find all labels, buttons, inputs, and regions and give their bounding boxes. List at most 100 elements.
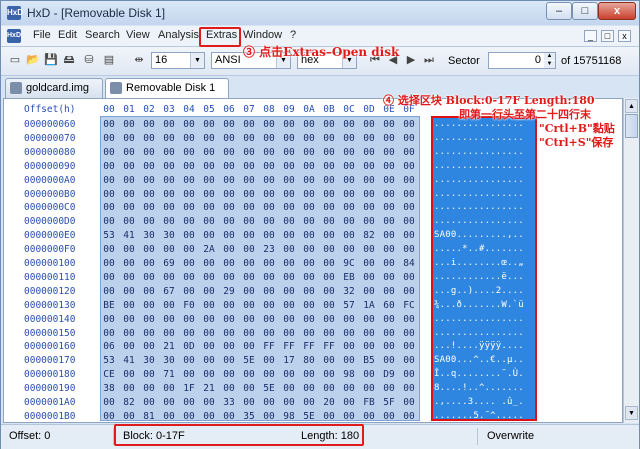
chevron-down-icon[interactable]: ▼ bbox=[190, 53, 204, 68]
hex-byte-cell[interactable]: 00 bbox=[162, 189, 176, 200]
hex-byte-cell[interactable]: 00 bbox=[202, 258, 216, 269]
save-icon[interactable]: 💾 bbox=[43, 53, 59, 67]
hex-byte-cell[interactable]: 00 bbox=[202, 119, 216, 130]
hex-byte-cell[interactable]: 00 bbox=[102, 272, 116, 283]
hex-byte-cell[interactable]: 00 bbox=[342, 175, 356, 186]
hex-byte-cell[interactable]: 00 bbox=[362, 272, 376, 283]
hex-byte-cell[interactable]: 00 bbox=[182, 147, 196, 158]
hex-byte-cell[interactable]: 5E bbox=[242, 355, 256, 366]
hex-byte-cell[interactable]: 00 bbox=[302, 216, 316, 227]
hex-byte-cell[interactable]: 00 bbox=[142, 383, 156, 394]
hex-byte-cell[interactable]: 00 bbox=[222, 272, 236, 283]
hex-byte-cell[interactable]: 00 bbox=[142, 272, 156, 283]
text-row[interactable]: ................ bbox=[434, 133, 524, 143]
hex-byte-cell[interactable]: 57 bbox=[342, 300, 356, 311]
hex-byte-cell[interactable]: 00 bbox=[202, 411, 216, 422]
hex-byte-cell[interactable]: 00 bbox=[282, 328, 296, 339]
hex-byte-cell[interactable]: F0 bbox=[182, 300, 196, 311]
hex-byte-cell[interactable]: 00 bbox=[382, 314, 396, 325]
hex-byte-cell[interactable]: 00 bbox=[302, 147, 316, 158]
mdi-close-button[interactable]: x bbox=[618, 30, 631, 42]
hex-byte-cell[interactable]: 00 bbox=[222, 133, 236, 144]
open-disk-icon[interactable]: 🖴 bbox=[61, 53, 77, 67]
hex-byte-cell[interactable]: 00 bbox=[142, 328, 156, 339]
hex-byte-cell[interactable]: 00 bbox=[202, 202, 216, 213]
hex-byte-cell[interactable]: 00 bbox=[242, 369, 256, 380]
hex-byte-cell[interactable]: 35 bbox=[242, 411, 256, 422]
hex-byte-cell[interactable]: 21 bbox=[202, 383, 216, 394]
hex-byte-cell[interactable]: 00 bbox=[202, 216, 216, 227]
hex-byte-cell[interactable]: 30 bbox=[162, 355, 176, 366]
hex-byte-cell[interactable]: B5 bbox=[362, 355, 376, 366]
hex-byte-cell[interactable]: 00 bbox=[162, 161, 176, 172]
hex-byte-cell[interactable]: 00 bbox=[182, 244, 196, 255]
hex-byte-cell[interactable]: 00 bbox=[182, 314, 196, 325]
hex-byte-cell[interactable]: 00 bbox=[222, 383, 236, 394]
hex-byte-cell[interactable]: 00 bbox=[242, 397, 256, 408]
hex-byte-cell[interactable]: 84 bbox=[402, 258, 416, 269]
hex-byte-cell[interactable]: 00 bbox=[262, 355, 276, 366]
hex-byte-cell[interactable]: 00 bbox=[122, 202, 136, 213]
hex-byte-cell[interactable]: 00 bbox=[242, 161, 256, 172]
hex-byte-cell[interactable]: 00 bbox=[202, 161, 216, 172]
hex-byte-cell[interactable]: 00 bbox=[342, 216, 356, 227]
hex-byte-cell[interactable]: 00 bbox=[362, 202, 376, 213]
hex-byte-cell[interactable]: EB bbox=[342, 272, 356, 283]
hex-byte-cell[interactable]: 00 bbox=[362, 189, 376, 200]
text-row[interactable]: Î..q........˜.Ù. bbox=[434, 369, 524, 379]
hex-byte-cell[interactable]: 00 bbox=[262, 397, 276, 408]
hex-byte-cell[interactable]: 00 bbox=[122, 272, 136, 283]
hex-byte-cell[interactable]: 00 bbox=[322, 147, 336, 158]
sector-input[interactable]: 0 ▲ ▼ bbox=[488, 52, 556, 69]
hex-byte-cell[interactable]: 00 bbox=[222, 202, 236, 213]
hex-byte-cell[interactable]: 00 bbox=[162, 202, 176, 213]
hex-byte-cell[interactable]: 00 bbox=[322, 119, 336, 130]
hex-byte-cell[interactable]: 00 bbox=[142, 341, 156, 352]
hex-byte-cell[interactable]: 00 bbox=[402, 272, 416, 283]
hex-byte-cell[interactable]: 00 bbox=[122, 216, 136, 227]
hex-byte-cell[interactable]: 00 bbox=[282, 202, 296, 213]
hex-byte-cell[interactable]: 00 bbox=[262, 133, 276, 144]
text-row[interactable]: ...!....ÿÿÿÿ.... bbox=[434, 341, 524, 351]
hex-byte-cell[interactable]: 00 bbox=[302, 133, 316, 144]
hex-byte-cell[interactable]: 00 bbox=[182, 258, 196, 269]
spin-down-icon[interactable]: ▼ bbox=[544, 61, 555, 68]
hex-byte-cell[interactable]: 00 bbox=[142, 244, 156, 255]
hex-byte-cell[interactable]: 00 bbox=[362, 244, 376, 255]
hex-byte-cell[interactable]: 00 bbox=[142, 300, 156, 311]
hex-byte-cell[interactable]: 00 bbox=[142, 133, 156, 144]
hex-byte-cell[interactable]: 00 bbox=[202, 355, 216, 366]
vertical-scrollbar[interactable]: ▲ ▼ bbox=[623, 98, 639, 423]
hex-byte-cell[interactable]: 00 bbox=[382, 341, 396, 352]
hex-byte-cell[interactable]: 00 bbox=[102, 202, 116, 213]
hex-byte-cell[interactable]: 00 bbox=[142, 161, 156, 172]
tab-goldcard-img[interactable]: goldcard.img bbox=[5, 78, 103, 98]
hex-byte-cell[interactable]: 00 bbox=[102, 286, 116, 297]
hex-byte-cell[interactable]: 00 bbox=[122, 383, 136, 394]
hex-byte-cell[interactable]: 9C bbox=[342, 258, 356, 269]
menu-search[interactable]: Search bbox=[85, 29, 120, 41]
hex-byte-cell[interactable]: 00 bbox=[362, 216, 376, 227]
hex-byte-cell[interactable]: 00 bbox=[162, 216, 176, 227]
spin-up-icon[interactable]: ▲ bbox=[544, 53, 555, 60]
hex-byte-cell[interactable]: 00 bbox=[382, 133, 396, 144]
hex-byte-cell[interactable]: 00 bbox=[222, 216, 236, 227]
hex-byte-cell[interactable]: 00 bbox=[162, 272, 176, 283]
hex-byte-cell[interactable]: 00 bbox=[142, 175, 156, 186]
hex-byte-cell[interactable]: 00 bbox=[222, 355, 236, 366]
hex-byte-cell[interactable]: 00 bbox=[262, 230, 276, 241]
hex-byte-cell[interactable]: 00 bbox=[182, 202, 196, 213]
hex-byte-cell[interactable]: 00 bbox=[242, 119, 256, 130]
hex-byte-cell[interactable]: 00 bbox=[302, 175, 316, 186]
hex-byte-cell[interactable]: 00 bbox=[402, 314, 416, 325]
hex-byte-cell[interactable]: 82 bbox=[122, 397, 136, 408]
hex-byte-cell[interactable]: 00 bbox=[322, 216, 336, 227]
hex-byte-cell[interactable]: 53 bbox=[102, 230, 116, 241]
hex-byte-cell[interactable]: 00 bbox=[122, 300, 136, 311]
hex-byte-cell[interactable]: 00 bbox=[182, 161, 196, 172]
hex-byte-cell[interactable]: 00 bbox=[322, 355, 336, 366]
hex-byte-cell[interactable]: 00 bbox=[102, 133, 116, 144]
hex-byte-cell[interactable]: 33 bbox=[222, 397, 236, 408]
hex-byte-cell[interactable]: 00 bbox=[382, 216, 396, 227]
menu-help[interactable]: ? bbox=[290, 29, 296, 41]
